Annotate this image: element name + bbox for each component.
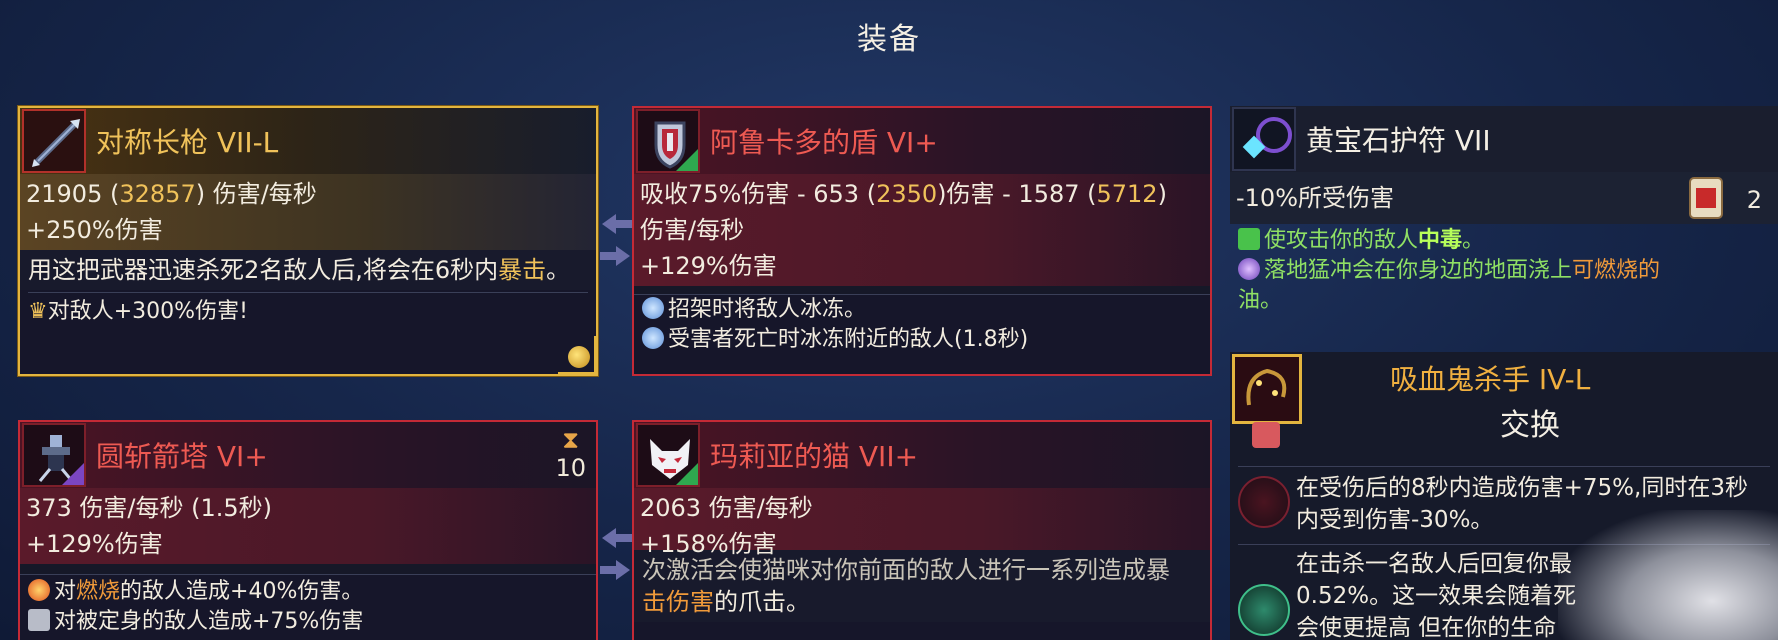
effect-burning: 对燃烧的敌人造成+40%伤害。	[20, 575, 596, 607]
scroll-count: 2	[1746, 186, 1762, 214]
poison-icon	[1238, 228, 1260, 250]
item-stats: 21905 (32857) 伤害/每秒 +250%伤害	[20, 174, 596, 250]
shield-icon	[636, 109, 700, 173]
bonus-line: ♛对敌人+300%伤害!	[20, 293, 596, 327]
effect-freeze-death: 受害者死亡时冰冻附近的敌人(1.8秒)	[634, 325, 1210, 355]
desc-cut-line: 次激活会使猫咪对你前面的敌人进行一系列造成暴	[642, 556, 1170, 584]
desc-text-end: 。	[546, 256, 571, 284]
desc-highlight: 击伤害	[642, 588, 714, 616]
dps-alt-value: 32857	[119, 180, 196, 208]
item-description: 用这把武器迅速杀死2名敌人后,将会在6秒内暴击。	[20, 250, 596, 290]
item-card-cat[interactable]: 玛莉亚的猫 VII+ 2063 伤害/每秒 +158%伤害 次激活会使猫咪对你前…	[632, 420, 1212, 640]
cooldown: ⧗ 10	[555, 426, 586, 482]
scroll-icon	[1689, 177, 1723, 219]
rarity-corner	[62, 463, 84, 485]
snowflake-icon	[642, 297, 664, 319]
dps-line: 2063 伤害/每秒	[640, 494, 813, 522]
effect-text: 对被定身的敌人造成+75%伤害	[54, 609, 364, 634]
item-card-amulet[interactable]: 黄宝石护符 VII -10%所受伤害 2 使攻击你的敌人中毒。 落地猛冲会在你身…	[1230, 106, 1778, 326]
effect-poison: 使攻击你的敌人中毒。	[1230, 224, 1778, 256]
desc-text-end: 的爪击。	[714, 588, 810, 616]
absorb-value-2: 5712	[1096, 180, 1158, 208]
effect-text-end: 油。	[1238, 288, 1283, 313]
effect-freeze-parry: 招架时将敌人冰冻。	[634, 295, 1210, 325]
effect-oil-cont: 油。	[1230, 286, 1778, 316]
item-name: 阿鲁卡多的盾 VI+	[710, 126, 938, 159]
item-name: 黄宝石护符 VII	[1306, 124, 1491, 157]
dps-unit-line: 伤害/每秒	[640, 216, 745, 244]
effect-highlight: 可燃烧的	[1572, 258, 1661, 283]
effect-text: 使攻击你的敌人	[1264, 228, 1419, 253]
item-name: 玛莉亚的猫 VII+	[710, 440, 919, 473]
dps-line: 373 伤害/每秒 (1.5秒)	[26, 494, 273, 522]
effect-text: 招架时将敌人冰冻。	[668, 297, 867, 322]
link-arrows-icon	[600, 214, 632, 266]
damage-bonus: +129%伤害	[640, 252, 777, 280]
link-arrows-icon-2	[600, 528, 632, 580]
absorb-text: 吸收75%伤害 - 653 (	[640, 180, 877, 208]
item-header: 黄宝石护符 VII	[1230, 106, 1778, 172]
dps-line: 21905 (32857) 伤害/每秒	[26, 180, 317, 208]
amulet-icon	[1232, 107, 1296, 171]
desc-highlight: 暴击	[498, 256, 547, 284]
gear-badge-icon	[1252, 422, 1280, 448]
damage-bonus: +129%伤害	[26, 530, 163, 558]
effect-text-end: 的敌人造成+40%伤害。	[120, 579, 364, 604]
vampire-killer-icon	[1232, 354, 1302, 424]
item-card-turret[interactable]: 圆斩箭塔 VI+ ⧗ 10 373 伤害/每秒 (1.5秒) +129%伤害 对…	[18, 420, 598, 640]
effect-text: 受害者死亡时冰冻附近的敌人(1.8秒)	[668, 327, 1029, 352]
watermark-overlay	[1558, 510, 1778, 640]
mutation-2-icon	[1238, 584, 1290, 636]
effect-text: 落地猛冲会在你身边的地面浇上	[1264, 258, 1573, 283]
effect-oil: 落地猛冲会在你身边的地面浇上可燃烧的	[1230, 256, 1778, 286]
effect-highlight: 中毒	[1418, 228, 1463, 253]
swap-panel-vampire-killer[interactable]: 吸血鬼杀手 IV-L 交换 在受伤后的8秒内造成伤害+75%,同时在3秒内受到伤…	[1230, 352, 1778, 640]
swap-action-label[interactable]: 交换	[1500, 400, 1560, 444]
effect-text-end: 。	[1462, 228, 1485, 253]
effect-text: 对	[54, 579, 77, 604]
absorb-value-1: 2350	[876, 180, 938, 208]
item-header: 玛莉亚的猫 VII+	[634, 422, 1210, 488]
dps-unit: 伤害/每秒	[212, 180, 317, 208]
absorb-text-2: )伤害 - 1587 (	[937, 180, 1097, 208]
desc-text: 用这把武器迅速杀死2名敌人后,将会在6秒内	[28, 256, 499, 284]
screen-title: 装备	[857, 22, 921, 57]
snowflake-icon	[642, 327, 664, 349]
crown-icon: ♛	[28, 299, 48, 324]
effect-highlight: 燃烧	[76, 579, 121, 604]
lance-icon	[22, 109, 86, 173]
effect-rooted: 对被定身的敌人造成+75%伤害	[20, 607, 596, 637]
slam-icon	[1238, 258, 1260, 280]
item-card-lance[interactable]: 对称长枪 VII-L 21905 (32857) 伤害/每秒 +250%伤害 用…	[18, 106, 598, 376]
absorb-line: 吸收75%伤害 - 653 (2350)伤害 - 1587 (5712)	[634, 174, 1210, 210]
bonus-text: 对敌人+300%伤害!	[47, 299, 248, 324]
item-card-shield[interactable]: 阿鲁卡多的盾 VI+ 吸收75%伤害 - 653 (2350)伤害 - 1587…	[632, 106, 1212, 376]
cat-icon	[636, 423, 700, 487]
item-header: 对称长枪 VII-L	[20, 108, 596, 174]
item-header: 阿鲁卡多的盾 VI+	[634, 108, 1210, 174]
rarity-corner	[676, 149, 698, 171]
item-stats: 373 伤害/每秒 (1.5秒) +129%伤害	[20, 488, 596, 564]
mutation-1-icon	[1238, 476, 1290, 528]
gold-orb-icon	[568, 346, 590, 368]
item-stats: 吸收75%伤害 - 653 (2350)伤害 - 1587 (5712) 伤害/…	[634, 174, 1210, 286]
item-header: 圆斩箭塔 VI+ ⧗ 10	[20, 422, 596, 488]
item-description: 次激活会使猫咪对你前面的敌人进行一系列造成暴 击伤害的爪击。	[634, 550, 1210, 622]
hourglass-icon: ⧗	[562, 426, 580, 454]
rarity-corner	[676, 463, 698, 485]
item-name: 圆斩箭塔 VI+	[96, 440, 268, 473]
turret-icon	[22, 423, 86, 487]
item-stats: -10%所受伤害 2	[1230, 172, 1778, 224]
absorb-text-3: )	[1157, 180, 1167, 208]
cooldown-value: 10	[555, 454, 586, 482]
fire-icon	[28, 579, 50, 601]
swap-item-name: 吸血鬼杀手 IV-L	[1390, 363, 1591, 396]
item-name: 对称长枪 VII-L	[96, 126, 279, 159]
dps-value: 21905	[26, 180, 103, 208]
damage-bonus: +250%伤害	[26, 216, 163, 244]
lock-icon	[28, 609, 50, 631]
